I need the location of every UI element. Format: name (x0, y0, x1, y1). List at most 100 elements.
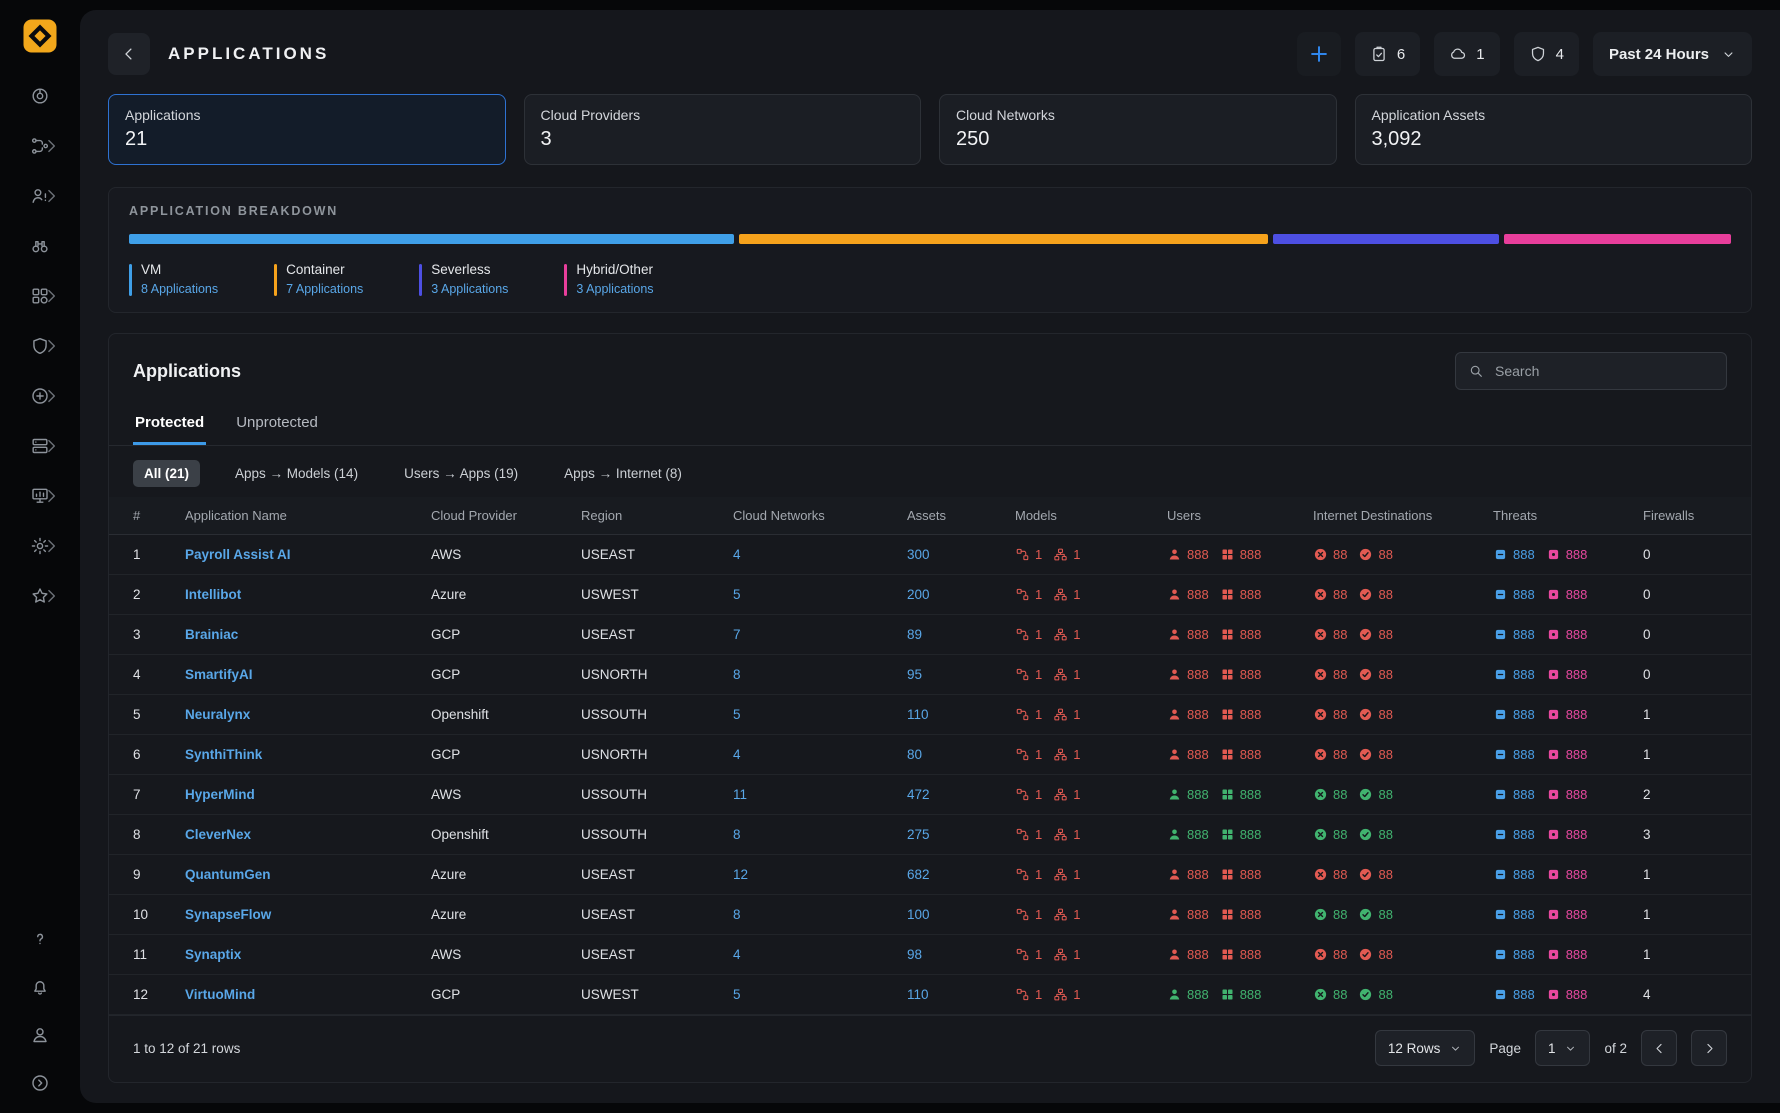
sidebar-item-favorites[interactable] (18, 578, 62, 614)
sidebar-item-create[interactable] (18, 378, 62, 414)
app-name-link[interactable]: Neuralynx (185, 707, 431, 722)
search-input[interactable] (1493, 362, 1714, 380)
cell-cloud-provider: GCP (431, 627, 581, 642)
tab-protected[interactable]: Protected (133, 404, 206, 445)
next-page-button[interactable] (1691, 1030, 1727, 1066)
model-cluster-icon (1053, 947, 1068, 962)
stat-card-application-assets[interactable]: Application Assets3,092 (1355, 94, 1753, 165)
sidebar-item-settings[interactable] (18, 528, 62, 564)
model-flow-icon (1015, 827, 1030, 842)
prev-page-button[interactable] (1641, 1030, 1677, 1066)
tasks-badge[interactable]: 6 (1355, 32, 1420, 76)
filter-pills: All (21) Apps → Models (14) Users → Apps (… (109, 446, 1751, 497)
breakdown-segment-container[interactable] (739, 234, 1268, 244)
time-filter-dropdown[interactable]: Past 24 Hours (1593, 32, 1752, 76)
networks-link[interactable]: 4 (733, 747, 907, 762)
stat-value: 3 (541, 128, 905, 151)
networks-link[interactable]: 4 (733, 947, 907, 962)
legend-count-link[interactable]: 7 Applications (286, 282, 363, 296)
sidebar-item-applications[interactable] (18, 278, 62, 314)
networks-link[interactable]: 5 (733, 707, 907, 722)
sidebar-item-topology[interactable] (18, 128, 62, 164)
sidebar-item-discovery[interactable] (18, 228, 62, 264)
stat-value: 250 (956, 128, 1320, 151)
back-button[interactable] (108, 33, 150, 75)
sidebar-item-inventory[interactable] (18, 428, 62, 464)
assets-link[interactable]: 110 (907, 987, 1015, 1002)
networks-link[interactable]: 8 (733, 907, 907, 922)
sidebar-bottom (18, 923, 62, 1099)
sidebar-item-reports[interactable] (18, 478, 62, 514)
legend-count-link[interactable]: 8 Applications (141, 282, 218, 296)
assets-link[interactable]: 200 (907, 587, 1015, 602)
stat-card-cloud-networks[interactable]: Cloud Networks250 (939, 94, 1337, 165)
count-value: 888 (1187, 987, 1209, 1002)
assets-link[interactable]: 300 (907, 547, 1015, 562)
filter-pill-all[interactable]: All (21) (133, 460, 200, 487)
page-select[interactable]: 1 (1535, 1030, 1591, 1066)
add-button[interactable] (1297, 32, 1341, 76)
rows-per-page-select[interactable]: 12 Rows (1375, 1030, 1476, 1066)
app-name-link[interactable]: CleverNex (185, 827, 431, 842)
networks-link[interactable]: 8 (733, 667, 907, 682)
app-name-link[interactable]: VirtuoMind (185, 987, 431, 1002)
assets-link[interactable]: 95 (907, 667, 1015, 682)
sidebar-item-dashboard[interactable] (18, 78, 62, 114)
stat-card-cloud-providers[interactable]: Cloud Providers3 (524, 94, 922, 165)
count-value: 888 (1240, 787, 1262, 802)
assets-link[interactable]: 275 (907, 827, 1015, 842)
networks-link[interactable]: 12 (733, 867, 907, 882)
assets-link[interactable]: 89 (907, 627, 1015, 642)
shield-badge[interactable]: 4 (1514, 32, 1579, 76)
filter-pill-apps-models[interactable]: Apps → Models (14) (224, 460, 369, 487)
filter-pill-users-apps[interactable]: Users → Apps (19) (393, 460, 529, 487)
assets-link[interactable]: 80 (907, 747, 1015, 762)
stat-card-applications[interactable]: Applications21 (108, 94, 506, 165)
allowed-destinations-icon (1358, 627, 1373, 642)
app-name-link[interactable]: SmartifyAI (185, 667, 431, 682)
networks-link[interactable]: 11 (733, 787, 907, 802)
count-value: 888 (1566, 827, 1588, 842)
app-name-link[interactable]: HyperMind (185, 787, 431, 802)
assets-link[interactable]: 98 (907, 947, 1015, 962)
app-name-link[interactable]: Brainiac (185, 627, 431, 642)
assets-link[interactable]: 100 (907, 907, 1015, 922)
legend-count-link[interactable]: 3 Applications (576, 282, 653, 296)
breakdown-segment-vm[interactable] (129, 234, 734, 244)
count-group: 888 (1546, 787, 1588, 802)
legend-count-link[interactable]: 3 Applications (431, 282, 508, 296)
app-name-link[interactable]: SynapseFlow (185, 907, 431, 922)
cell-threats: 888888 (1493, 867, 1643, 882)
app-name-link[interactable]: Intellibot (185, 587, 431, 602)
networks-link[interactable]: 7 (733, 627, 907, 642)
app-name-link[interactable]: QuantumGen (185, 867, 431, 882)
networks-link[interactable]: 8 (733, 827, 907, 842)
assets-link[interactable]: 110 (907, 707, 1015, 722)
app-name-link[interactable]: SynthiThink (185, 747, 431, 762)
count-group: 1 (1015, 827, 1042, 842)
networks-link[interactable]: 5 (733, 587, 907, 602)
assets-link[interactable]: 682 (907, 867, 1015, 882)
cloud-badge[interactable]: 1 (1434, 32, 1499, 76)
networks-link[interactable]: 5 (733, 987, 907, 1002)
sidebar-item-account[interactable] (18, 1019, 62, 1051)
sidebar-item-help[interactable] (18, 923, 62, 955)
cell-users: 888888 (1167, 947, 1313, 962)
sidebar-item-notifications[interactable] (18, 971, 62, 1003)
sidebar (0, 0, 80, 1113)
cell-region: USNORTH (581, 667, 733, 682)
sidebar-item-expand-sidebar[interactable] (18, 1067, 62, 1099)
breakdown-segment-hybrid-other[interactable] (1504, 234, 1731, 244)
app-logo[interactable] (22, 18, 58, 54)
app-name-link[interactable]: Payroll Assist AI (185, 547, 431, 562)
sidebar-item-security[interactable] (18, 328, 62, 364)
breakdown-segment-severless[interactable] (1273, 234, 1500, 244)
sidebar-item-alerts[interactable] (18, 178, 62, 214)
assets-link[interactable]: 472 (907, 787, 1015, 802)
cell-threats: 888888 (1493, 907, 1643, 922)
app-name-link[interactable]: Synaptix (185, 947, 431, 962)
filter-pill-apps-internet[interactable]: Apps → Internet (8) (553, 460, 693, 487)
count-group: 888 (1546, 547, 1588, 562)
tab-unprotected[interactable]: Unprotected (234, 404, 320, 445)
networks-link[interactable]: 4 (733, 547, 907, 562)
